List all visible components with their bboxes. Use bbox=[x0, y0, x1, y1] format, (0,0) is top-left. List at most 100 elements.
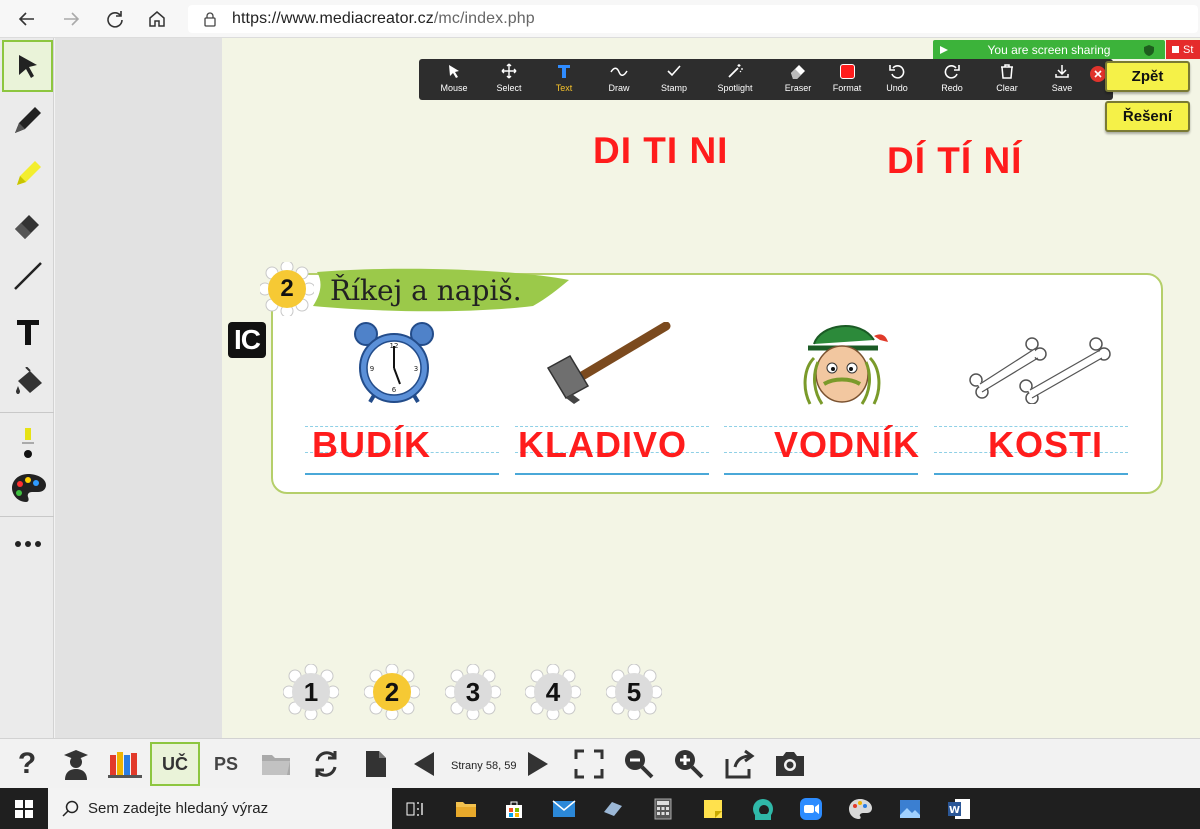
color-size-indicator-icon bbox=[21, 428, 34, 458]
windows-taskbar: Sem zadejte hledaný výraz W bbox=[0, 788, 1200, 829]
annotation-long-syllables[interactable]: DÍ TÍ NÍ bbox=[887, 140, 1022, 182]
teacher-button[interactable] bbox=[56, 742, 96, 786]
zoom-out-button[interactable] bbox=[620, 742, 658, 786]
eraser-tool-button[interactable] bbox=[2, 198, 53, 250]
file-explorer-icon[interactable] bbox=[453, 796, 479, 822]
open-folder-button[interactable] bbox=[256, 742, 296, 786]
zoom-in-button[interactable] bbox=[670, 742, 708, 786]
page-button-2[interactable]: 2 bbox=[363, 663, 421, 721]
back-button[interactable]: Zpět bbox=[1105, 61, 1190, 92]
answer-word-budik[interactable]: BUDÍK bbox=[312, 424, 431, 466]
zoom-eraser-button[interactable]: Eraser bbox=[770, 61, 826, 98]
pen-icon bbox=[14, 107, 41, 133]
page-button-1[interactable]: 1 bbox=[282, 663, 340, 721]
left-toolbar bbox=[0, 38, 54, 738]
screen-sharing-banner[interactable]: You are screen sharing bbox=[933, 40, 1165, 59]
writing-base-line bbox=[934, 473, 1128, 475]
mail-icon[interactable] bbox=[551, 796, 577, 822]
annotation-short-syllables[interactable]: DI TI NI bbox=[593, 130, 728, 172]
prev-page-button[interactable] bbox=[408, 742, 440, 786]
ps-button[interactable]: PS bbox=[204, 742, 248, 786]
edge-beta-icon[interactable] bbox=[750, 796, 776, 822]
text-tool-button[interactable] bbox=[2, 306, 53, 358]
bottom-toolbar: ? UČ PS bbox=[0, 738, 1200, 788]
zoom-clear-button[interactable]: Clear bbox=[979, 61, 1035, 98]
close-toolbar-button[interactable] bbox=[1090, 66, 1106, 82]
checkmark-icon bbox=[667, 65, 681, 77]
zoom-item-label: Spotlight bbox=[717, 83, 753, 93]
stop-share-label: St bbox=[1183, 43, 1194, 56]
home-icon[interactable] bbox=[144, 6, 170, 32]
zoom-format-button[interactable]: Format bbox=[819, 61, 875, 98]
zoom-app-icon[interactable] bbox=[798, 796, 824, 822]
answer-word-vodnik[interactable]: VODNÍK bbox=[774, 424, 920, 466]
task-view-icon[interactable] bbox=[403, 796, 429, 822]
paint-app-icon[interactable] bbox=[847, 796, 873, 822]
annotation-toolbar: Mouse Select Text Draw Stamp Spotlight E… bbox=[419, 59, 1113, 100]
help-button[interactable]: ? bbox=[8, 742, 46, 786]
address-bar[interactable]: https://www.mediacreator.cz/mc/index.php bbox=[188, 5, 1198, 33]
url-text: https://www.mediacreator.cz/mc/index.php bbox=[232, 10, 535, 28]
stop-square-icon bbox=[1172, 46, 1179, 53]
palette-tool-button[interactable] bbox=[2, 462, 53, 514]
fullscreen-button[interactable] bbox=[570, 742, 608, 786]
store-icon[interactable] bbox=[501, 796, 527, 822]
forward-arrow-icon[interactable] bbox=[58, 6, 84, 32]
app-icon[interactable] bbox=[600, 796, 626, 822]
page-number: 2 bbox=[384, 676, 400, 707]
line-tool-button[interactable] bbox=[2, 250, 53, 302]
next-page-button[interactable] bbox=[522, 742, 554, 786]
lock-icon bbox=[202, 11, 218, 27]
pen-color-size-button[interactable] bbox=[2, 414, 53, 466]
zoom-redo-button[interactable]: Redo bbox=[924, 61, 980, 98]
answer-word-kosti[interactable]: KOSTI bbox=[988, 424, 1103, 466]
zoom-item-label: Eraser bbox=[784, 83, 812, 93]
zoom-item-label: Redo bbox=[941, 83, 963, 93]
page-button-4[interactable]: 4 bbox=[524, 663, 582, 721]
taskbar-search-input[interactable]: Sem zadejte hledaný výraz bbox=[48, 788, 392, 829]
sync-button[interactable] bbox=[306, 742, 346, 786]
ic-badge[interactable]: IC bbox=[228, 322, 266, 358]
calculator-icon[interactable] bbox=[650, 796, 676, 822]
word-icon[interactable]: W bbox=[946, 796, 972, 822]
sticky-notes-icon[interactable] bbox=[700, 796, 726, 822]
share-button[interactable] bbox=[720, 742, 758, 786]
graduate-icon bbox=[64, 750, 88, 780]
stop-share-button[interactable]: St bbox=[1166, 40, 1200, 59]
back-arrow-icon[interactable] bbox=[14, 6, 40, 32]
solution-button[interactable]: Řešení bbox=[1105, 101, 1190, 132]
screenshot-button[interactable] bbox=[770, 742, 810, 786]
reload-icon[interactable] bbox=[102, 6, 128, 32]
zoom-stamp-button[interactable]: Stamp bbox=[646, 61, 702, 98]
zoom-in-icon bbox=[675, 750, 704, 779]
library-button[interactable] bbox=[104, 742, 146, 786]
page-button-5[interactable]: 5 bbox=[605, 663, 663, 721]
screen: https://www.mediacreator.cz/mc/index.php bbox=[0, 0, 1200, 829]
highlighter-tool-button[interactable] bbox=[2, 146, 53, 198]
uc-button[interactable]: UČ bbox=[150, 742, 200, 786]
document-button[interactable] bbox=[356, 742, 396, 786]
zoom-item-label: Clear bbox=[996, 83, 1018, 93]
pen-tool-button[interactable] bbox=[2, 94, 53, 146]
zoom-draw-button[interactable]: Draw bbox=[591, 61, 647, 98]
url-host: https://www.mediacreator.cz bbox=[232, 10, 434, 27]
page-button-3[interactable]: 3 bbox=[444, 663, 502, 721]
zoom-spotlight-button[interactable]: Spotlight bbox=[707, 61, 763, 98]
page-number: 3 bbox=[465, 676, 481, 707]
answer-word-kladivo[interactable]: KLADIVO bbox=[518, 424, 687, 466]
fullscreen-icon bbox=[574, 749, 604, 779]
photos-icon[interactable] bbox=[897, 796, 923, 822]
folder-icon bbox=[262, 755, 290, 775]
windows-start-icon[interactable] bbox=[11, 796, 37, 822]
more-tools-button[interactable] bbox=[2, 518, 53, 570]
zoom-save-button[interactable]: Save bbox=[1034, 61, 1090, 98]
zoom-select-button[interactable]: Select bbox=[481, 61, 537, 98]
zoom-item-label: Save bbox=[1051, 83, 1073, 93]
svg-text:3: 3 bbox=[414, 365, 418, 373]
zoom-text-button[interactable]: Text bbox=[536, 61, 592, 98]
zoom-undo-button[interactable]: Undo bbox=[869, 61, 925, 98]
water-goblin-icon bbox=[803, 325, 888, 405]
fill-tool-button[interactable] bbox=[2, 358, 53, 410]
arrow-tool-button[interactable] bbox=[2, 40, 53, 92]
zoom-mouse-button[interactable]: Mouse bbox=[426, 61, 482, 98]
